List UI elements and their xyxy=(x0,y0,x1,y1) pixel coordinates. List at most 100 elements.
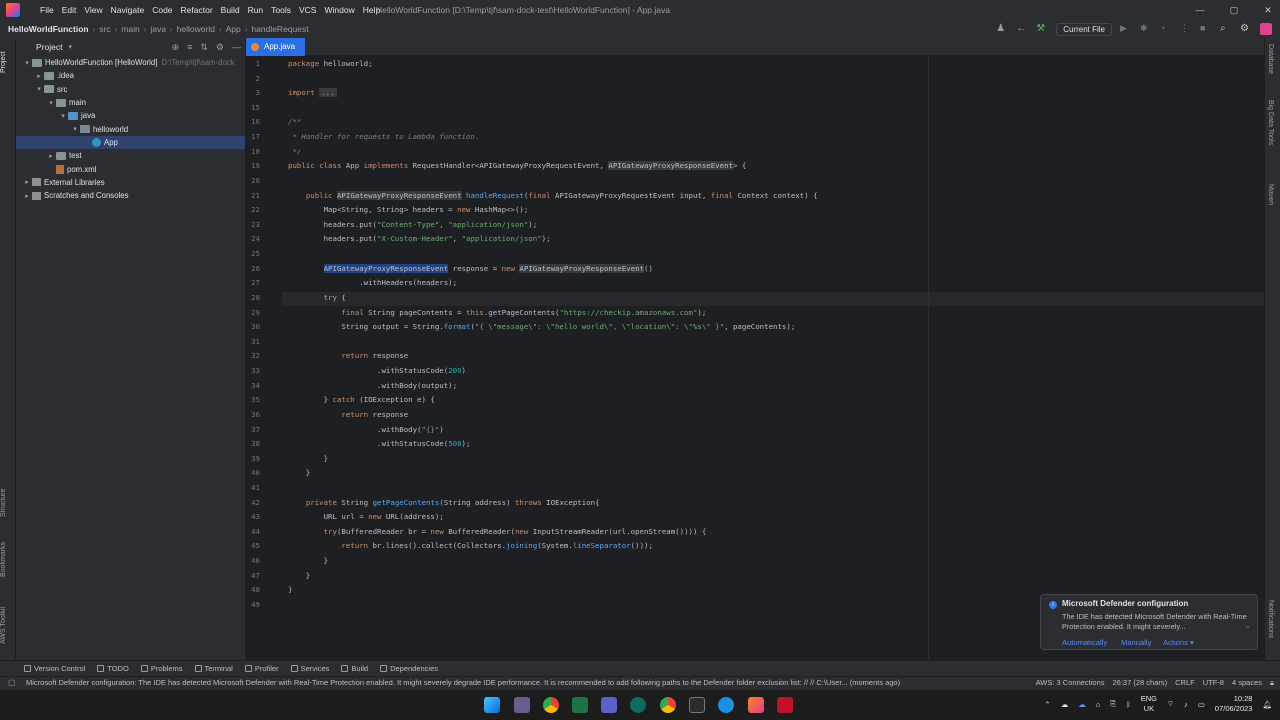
excel-icon[interactable] xyxy=(572,697,588,713)
locate-icon[interactable]: ⊕ xyxy=(172,42,180,53)
collapse-all-icon[interactable]: ⇅ xyxy=(200,42,208,53)
menu-refactor[interactable]: Refactor xyxy=(177,0,217,20)
chevron-down-icon[interactable]: ▾ xyxy=(34,85,44,93)
chrome-profile-icon[interactable] xyxy=(660,697,676,713)
run-icon[interactable]: ▶ xyxy=(1120,23,1132,35)
chevron-right-icon[interactable]: ▸ xyxy=(34,72,44,80)
chevron-down-icon[interactable]: ⌄ xyxy=(1244,621,1251,630)
status-widget[interactable]: UTF-8 xyxy=(1203,678,1224,688)
chevron-down-icon[interactable]: ▾ xyxy=(22,59,32,67)
breadcrumb-item[interactable]: src xyxy=(97,24,112,34)
tree-item[interactable]: ▾ main xyxy=(16,96,245,109)
chevron-down-icon[interactable]: ▾ xyxy=(46,99,56,107)
usb-icon[interactable]: ⎘ xyxy=(1110,699,1116,709)
breadcrumb-item[interactable]: main xyxy=(119,24,141,34)
tree-item[interactable]: ▾ java xyxy=(16,109,245,122)
status-widget[interactable]: AWS: 3 Connections xyxy=(1036,678,1105,688)
tool-tab-structure[interactable]: Structure xyxy=(0,484,16,522)
tool-window-profiler[interactable]: Profiler xyxy=(244,664,279,673)
status-message[interactable]: Microsoft Defender configuration: The ID… xyxy=(26,678,900,687)
build-hammer-icon[interactable]: ⚒ xyxy=(1036,23,1048,35)
code-editor[interactable]: 1 2 3 15 16 17 18 19 20 21 22 23 24 25 26 27 28 29 30 31 32 3… xyxy=(246,56,1264,660)
chevron-down-icon[interactable]: ▾ xyxy=(68,43,72,51)
battery-icon[interactable]: ▭ xyxy=(1198,700,1205,709)
clock[interactable]: 10:28 07/06/2023 xyxy=(1215,694,1253,714)
menu-build[interactable]: Build xyxy=(217,0,244,20)
tree-item[interactable]: ▾ helloworld xyxy=(16,122,245,135)
windows-start-icon[interactable] xyxy=(484,697,500,713)
vpn-icon[interactable] xyxy=(718,697,734,713)
back-arrow-icon[interactable]: ← xyxy=(1016,23,1028,35)
tool-tab-bookmarks[interactable]: Bookmarks xyxy=(0,538,16,580)
terminal-icon[interactable] xyxy=(689,697,705,713)
search-icon[interactable]: ⌕ xyxy=(1220,23,1232,35)
menu-edit[interactable]: Edit xyxy=(58,0,81,20)
notification-actions-link[interactable]: Actions ▾ xyxy=(1163,638,1194,647)
status-widget[interactable]: 26:37 (28 chars) xyxy=(1113,678,1168,688)
close-icon[interactable]: ✕ xyxy=(1248,0,1280,20)
tool-tab-database[interactable]: Database xyxy=(1267,44,1274,74)
expand-all-icon[interactable]: ≡ xyxy=(187,42,192,53)
cloud-icon[interactable]: ☁ xyxy=(1061,700,1069,709)
profile-icon[interactable]: ◔ xyxy=(1160,23,1172,35)
tool-window-dependencies[interactable]: Dependencies xyxy=(380,664,438,673)
status-widget[interactable]: 4 spaces xyxy=(1232,678,1262,688)
tree-item[interactable]: ▾ src xyxy=(16,83,245,96)
notification-automatically-link[interactable]: Automatically xyxy=(1062,638,1107,647)
tool-window-build[interactable]: Build xyxy=(341,664,368,673)
tool-window-todo[interactable]: TODO xyxy=(97,664,129,673)
intellij-icon[interactable] xyxy=(748,697,764,713)
menu-code[interactable]: Code xyxy=(148,0,176,20)
tool-tab-project[interactable]: Project xyxy=(0,42,16,82)
notification-manually-link[interactable]: Manually xyxy=(1121,638,1151,647)
tree-item[interactable]: ▸ Scratches and Consoles xyxy=(16,189,245,202)
tree-item[interactable]: App xyxy=(16,135,245,150)
app-icon[interactable] xyxy=(630,697,646,713)
run-configuration-select[interactable]: Current File xyxy=(1056,22,1112,36)
tree-item[interactable]: ▸ test xyxy=(16,149,245,162)
tab-app-java[interactable]: App.java xyxy=(246,38,306,56)
tool-tab-maven[interactable]: Maven xyxy=(1267,184,1274,205)
menu-tools[interactable]: Tools xyxy=(267,0,295,20)
user-icon[interactable]: ♟ xyxy=(996,23,1008,35)
breadcrumb-item[interactable]: helloworld xyxy=(175,24,217,34)
language-indicator[interactable]: ENG UK xyxy=(1141,694,1157,714)
intellij-logo-icon[interactable] xyxy=(6,3,20,17)
tool-window-version-control[interactable]: Version Control xyxy=(24,664,85,673)
breadcrumb-item[interactable]: HelloWorldFunction xyxy=(6,24,91,34)
chevron-right-icon[interactable]: ▸ xyxy=(22,192,32,200)
settings-gear-icon[interactable]: ⚙ xyxy=(1240,23,1252,35)
jetbrains-logo-icon[interactable] xyxy=(1260,23,1272,35)
notification-bell-icon[interactable]: 🔔︎ xyxy=(1262,700,1272,709)
status-expand-icon[interactable]: ▢ xyxy=(8,678,16,687)
lock-icon[interactable]: 🔒︎ xyxy=(1270,678,1274,688)
tree-item[interactable]: ▸ .idea xyxy=(16,69,245,82)
rider-icon[interactable] xyxy=(777,697,793,713)
menu-vcs[interactable]: VCS xyxy=(295,0,320,20)
status-widget[interactable]: CRLF xyxy=(1175,678,1195,688)
tool-window-terminal[interactable]: Terminal xyxy=(194,664,233,673)
project-panel-title[interactable]: Project xyxy=(36,42,62,52)
menu-run[interactable]: Run xyxy=(244,0,268,20)
more-run-icon[interactable]: ⋮ xyxy=(1180,23,1192,35)
tool-tab-big-data-tools[interactable]: Big Data Tools xyxy=(1267,100,1274,145)
stop-icon[interactable]: ■ xyxy=(1200,23,1212,35)
chevron-down-icon[interactable]: ▾ xyxy=(70,125,80,133)
chrome-icon[interactable] xyxy=(543,697,559,713)
network-icon[interactable]: ⌂ xyxy=(1096,700,1101,709)
tree-item[interactable]: pom.xml xyxy=(16,162,245,175)
debug-icon[interactable]: ✱ xyxy=(1140,23,1152,35)
volume-icon[interactable]: ♪ xyxy=(1184,700,1188,709)
menu-view[interactable]: View xyxy=(80,0,106,20)
tree-item[interactable]: ▸ External Libraries xyxy=(16,176,245,189)
chevron-down-icon[interactable]: ▾ xyxy=(58,112,68,120)
wifi-icon[interactable]: ⌔ xyxy=(1167,699,1174,709)
breadcrumb-item[interactable]: handleRequest xyxy=(249,24,310,34)
chevron-right-icon[interactable]: ▸ xyxy=(46,152,56,160)
store-icon[interactable] xyxy=(514,697,530,713)
tool-window-problems[interactable]: Problems xyxy=(140,664,183,673)
hide-icon[interactable]: — xyxy=(232,42,241,53)
breadcrumb-item[interactable]: java xyxy=(148,24,168,34)
bluetooth-icon[interactable]: ᛒ xyxy=(1126,700,1131,709)
tool-tab-aws-toolkit[interactable]: AWS Toolkit xyxy=(0,600,16,650)
